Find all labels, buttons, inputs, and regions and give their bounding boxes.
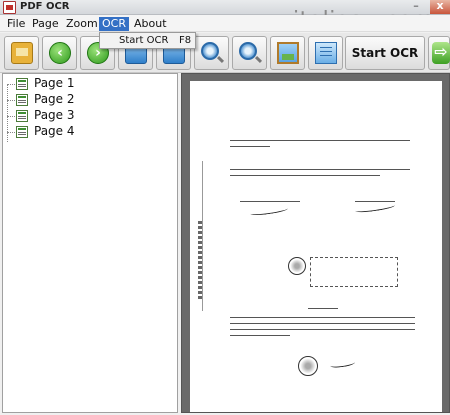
zoom-in-icon <box>201 42 219 60</box>
menu-page[interactable]: Page <box>29 17 62 31</box>
page-icon <box>16 110 28 122</box>
open-icon <box>11 42 33 64</box>
stamp-box <box>310 257 398 287</box>
picture-icon <box>277 42 299 64</box>
zoom-out-icon <box>239 42 257 60</box>
vertical-margin-text <box>198 221 202 301</box>
tree-branch <box>7 116 15 117</box>
zoom-out-button[interactable] <box>232 36 267 70</box>
tree-branch <box>7 100 15 101</box>
page-icon <box>16 78 28 90</box>
window-title: PDF OCR <box>20 1 70 12</box>
scan-edge-mark <box>202 161 203 311</box>
tree-item-label: Page 3 <box>34 108 75 122</box>
tree-connector <box>7 84 8 142</box>
text-line <box>230 323 415 324</box>
back-arrow-icon: ‹ <box>49 42 71 64</box>
next-arrow-icon: ⇨ <box>432 42 450 64</box>
start-ocr-button[interactable]: Start OCR <box>345 36 425 70</box>
open-button[interactable] <box>4 36 39 70</box>
ocr-dropdown-menu: Start OCR F8 <box>99 32 196 49</box>
menu-bar: File Page Zoom OCR About <box>0 15 450 32</box>
text-line <box>230 329 415 330</box>
zoom-in-button[interactable] <box>194 36 229 70</box>
signature-mark <box>329 359 356 369</box>
tree-item-label: Page 1 <box>34 76 75 90</box>
text-line <box>230 146 270 147</box>
grid-button[interactable] <box>308 36 343 70</box>
image-button[interactable] <box>270 36 305 70</box>
next-button[interactable]: ⇨ <box>428 36 450 70</box>
back-button[interactable]: ‹ <box>42 36 77 70</box>
text-line <box>230 169 410 170</box>
text-line <box>230 335 290 336</box>
start-ocr-shortcut: F8 <box>179 35 192 46</box>
document-viewer[interactable] <box>181 73 450 413</box>
text-line <box>230 317 415 318</box>
tree-item-label: Page 2 <box>34 92 75 106</box>
text-line <box>230 140 410 141</box>
page-icon <box>16 94 28 106</box>
tree-branch <box>7 132 15 133</box>
menu-item-start-ocr[interactable]: Start OCR F8 <box>100 33 195 48</box>
page-icon <box>16 126 28 138</box>
menu-zoom[interactable]: Zoom <box>63 17 101 31</box>
tree-branch <box>7 84 15 85</box>
text-line <box>240 201 300 202</box>
signature-mark <box>354 202 396 214</box>
menu-about[interactable]: About <box>131 17 170 31</box>
toolbar: ‹ › Start OCR ⇨ <box>0 33 450 73</box>
menu-ocr[interactable]: OCR <box>99 17 129 31</box>
seal-stamp <box>298 356 318 376</box>
grid-icon <box>315 42 337 64</box>
tree-item-label: Page 4 <box>34 124 75 138</box>
seal-stamp <box>288 257 306 275</box>
scanned-page-image <box>190 81 442 412</box>
start-ocr-menu-label: Start OCR <box>119 35 169 46</box>
text-line <box>355 201 395 202</box>
pdf-app-icon <box>3 1 16 14</box>
signature-mark <box>249 205 289 217</box>
page-tree-panel: Page 1 Page 2 Page 3 Page 4 <box>2 73 178 413</box>
text-line <box>308 308 338 309</box>
text-line <box>230 175 380 176</box>
menu-file[interactable]: File <box>4 17 28 31</box>
